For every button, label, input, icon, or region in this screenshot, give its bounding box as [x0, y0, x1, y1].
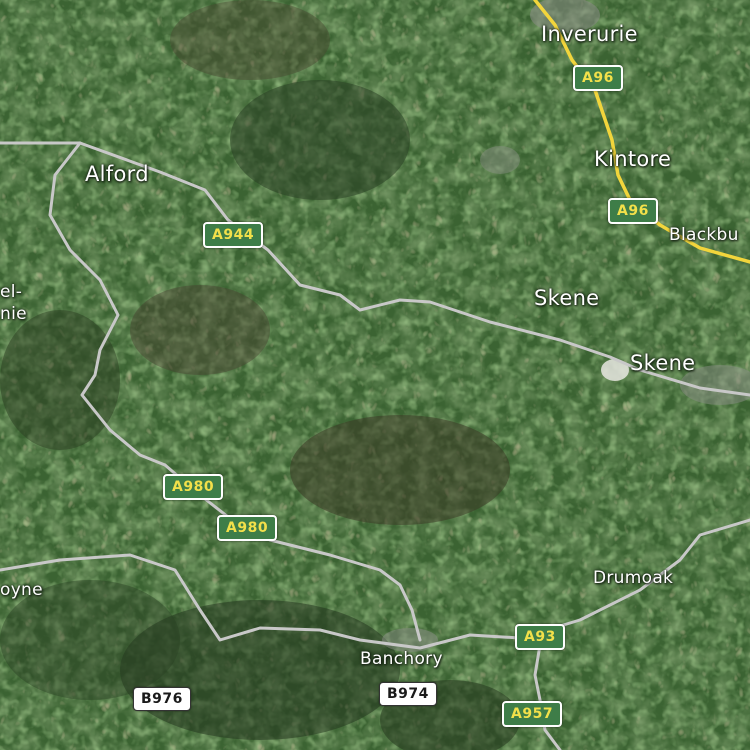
place-label-alford: Alford	[85, 162, 149, 186]
town-kintore-area	[480, 146, 520, 174]
road-shield-a96-north: A96	[573, 65, 623, 91]
road-shield-a980-north: A980	[163, 474, 224, 500]
road-shield-a957: A957	[502, 701, 563, 727]
road-shield-a96-south: A96	[608, 198, 658, 224]
place-label-partial-west: el- nie	[0, 282, 27, 325]
hill-north	[170, 0, 330, 80]
road-shield-a980-south: A980	[217, 515, 278, 541]
place-label-banchory: Banchory	[360, 649, 443, 669]
hill-hill-of-fare	[290, 415, 510, 525]
satellite-imagery	[0, 0, 750, 750]
road-shield-a93: A93	[515, 624, 565, 650]
place-label-aboyne-partial: oyne	[0, 580, 43, 600]
road-shield-a944: A944	[203, 222, 264, 248]
hill-west	[130, 285, 270, 375]
place-label-skene-east: Skene	[630, 351, 696, 375]
place-label-inverurie: Inverurie	[541, 22, 638, 46]
road-shield-b976: B976	[133, 687, 191, 711]
place-label-drumoak: Drumoak	[593, 568, 674, 588]
satellite-map[interactable]: Inverurie Kintore Blackbu Alford Skene S…	[0, 0, 750, 750]
forest-west	[0, 310, 120, 450]
place-label-kintore: Kintore	[594, 147, 672, 171]
place-label-blackburn: Blackbu	[669, 225, 739, 245]
place-label-skene-north: Skene	[534, 286, 600, 310]
hill-forest-north	[230, 80, 410, 200]
road-shield-b974: B974	[379, 682, 437, 706]
